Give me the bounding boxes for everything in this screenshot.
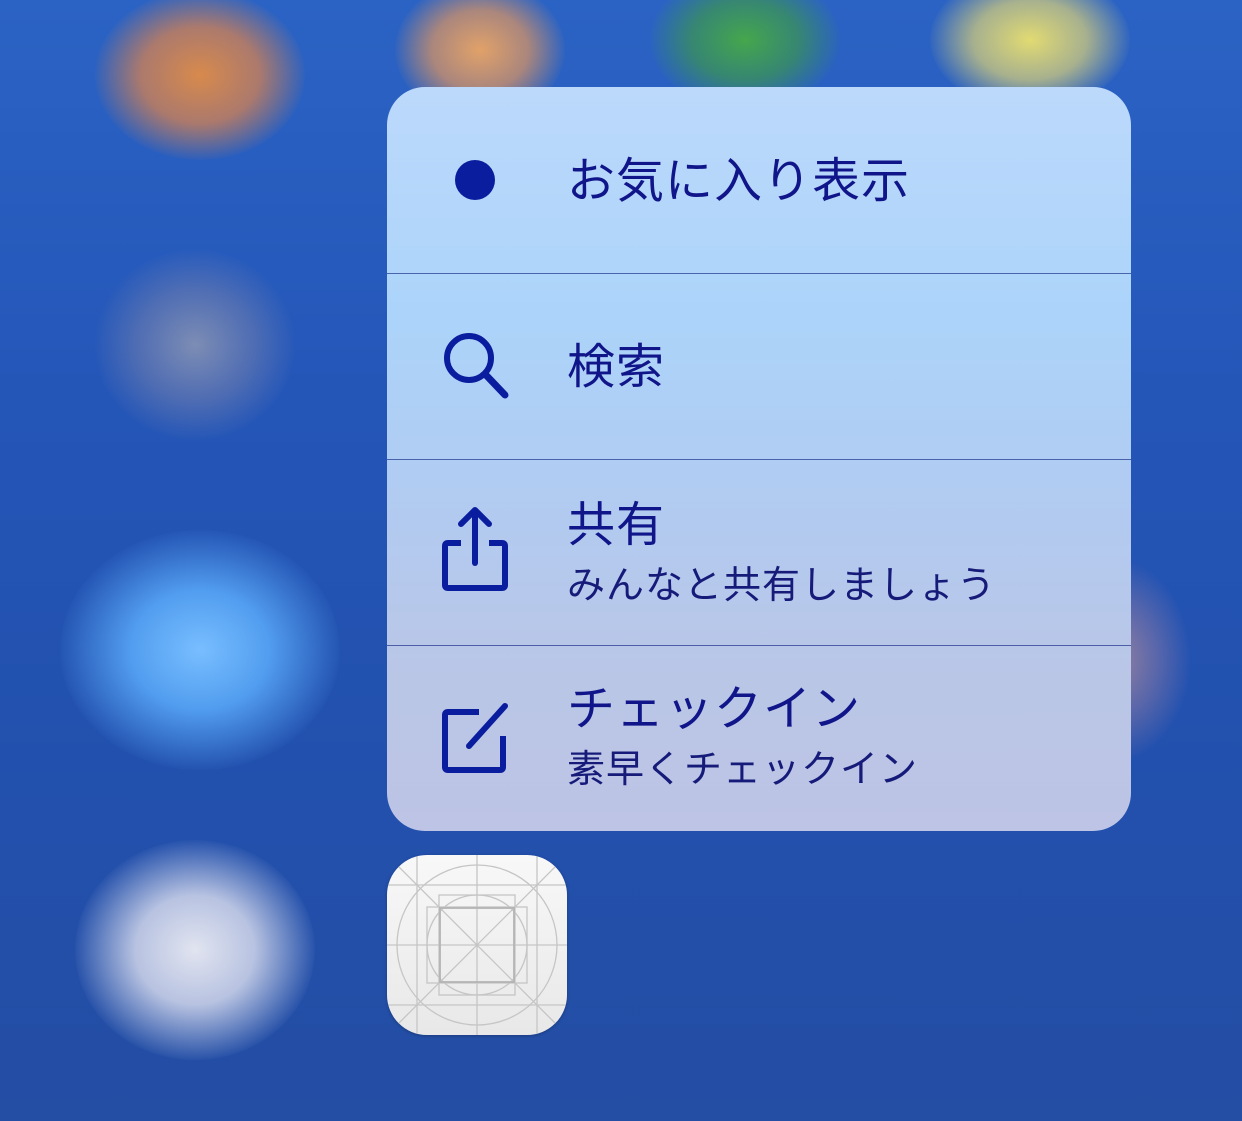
app-icon-template — [387, 855, 567, 1035]
quick-action-search[interactable]: 検索 — [387, 273, 1131, 459]
quick-action-title: チェックイン — [567, 681, 862, 737]
blurred-app-icon — [95, 250, 295, 440]
quick-action-title: お気に入り表示 — [567, 153, 911, 209]
blurred-app-icon — [75, 840, 315, 1060]
quick-action-favorites[interactable]: お気に入り表示 — [387, 87, 1131, 273]
compose-icon — [442, 703, 508, 773]
quick-action-share[interactable]: 共有 みんなと共有しましょう — [387, 459, 1131, 645]
search-icon — [444, 333, 509, 399]
app-icon[interactable] — [387, 855, 567, 1035]
share-icon — [442, 507, 508, 591]
quick-action-title: 検索 — [567, 339, 666, 395]
quick-action-subtitle: 素早くチェックイン — [567, 747, 919, 791]
filled-circle-icon — [455, 160, 495, 200]
blurred-app-icon — [95, 0, 305, 160]
quick-action-subtitle: みんなと共有しましょう — [567, 563, 997, 607]
quick-action-title: 共有 — [567, 497, 666, 553]
quick-action-checkin[interactable]: チェックイン 素早くチェックイン — [387, 645, 1131, 831]
quick-actions-menu: お気に入り表示 検索 共有 みんなと共有しましょう チェックイン 素早くチェック… — [387, 87, 1131, 831]
blurred-app-icon — [60, 530, 340, 770]
